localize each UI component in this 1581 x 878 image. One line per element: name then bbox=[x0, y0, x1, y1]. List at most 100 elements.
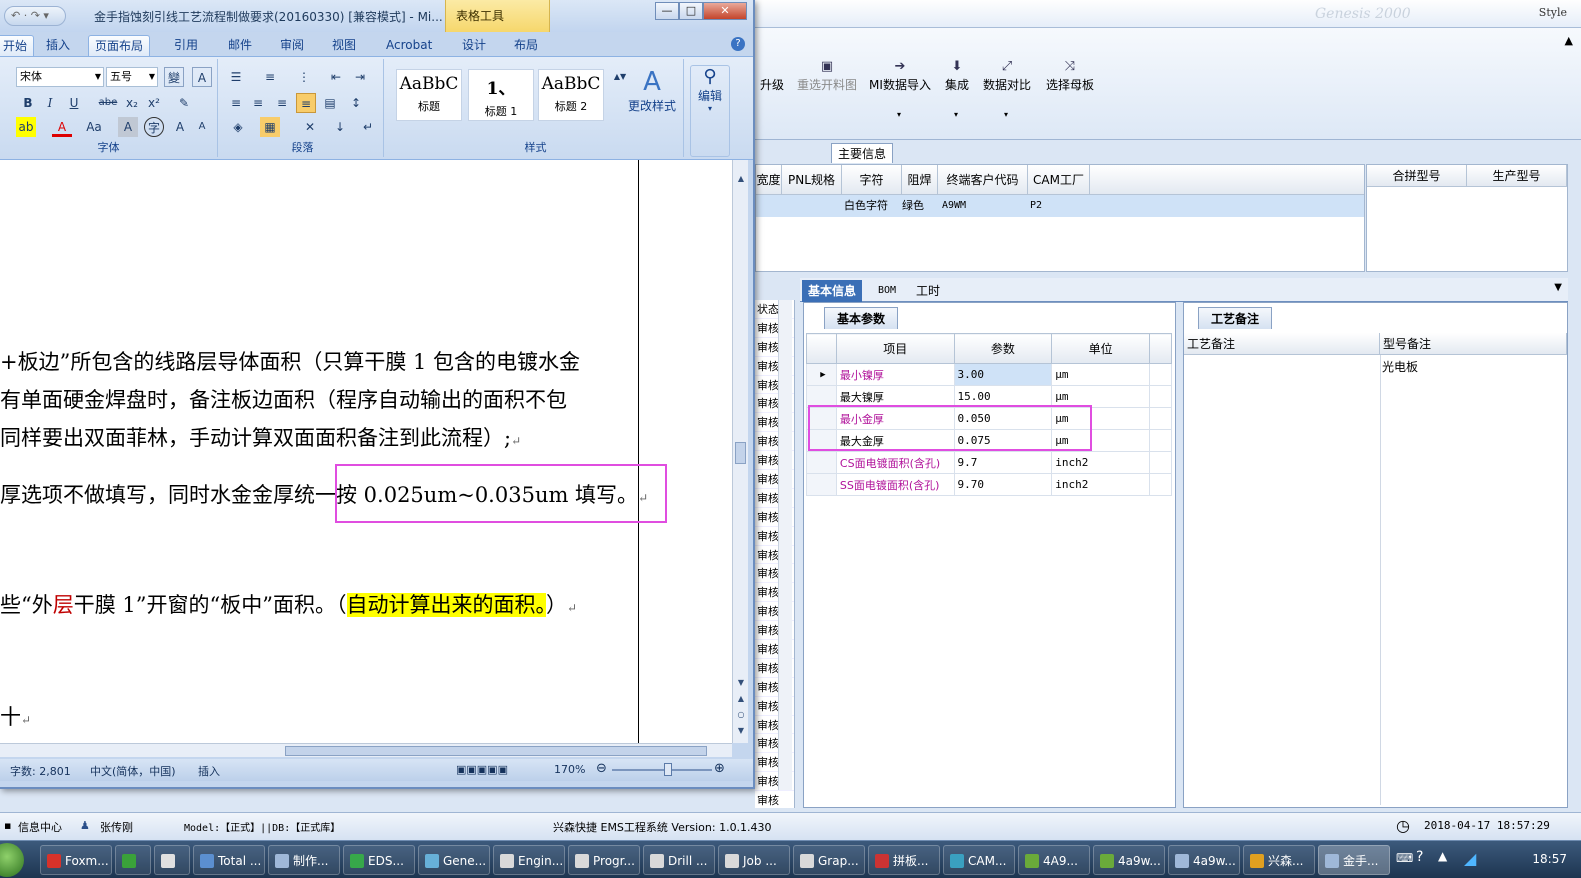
change-case-button[interactable]: Aa bbox=[84, 117, 104, 137]
zoom-level[interactable]: 170% bbox=[554, 763, 585, 776]
taskbar-item[interactable]: Progr... bbox=[568, 845, 640, 875]
style-heading-1[interactable]: 1、 标题 1 bbox=[468, 69, 534, 121]
close-button[interactable]: ✕ bbox=[703, 2, 747, 20]
taskbar-item[interactable]: 4A9... bbox=[1018, 845, 1090, 875]
collapse-ribbon-icon[interactable]: ▲ bbox=[1565, 34, 1573, 47]
tab-acrobat[interactable]: Acrobat bbox=[380, 35, 438, 56]
taskbar-item[interactable]: EDS... bbox=[343, 845, 415, 875]
minimize-button[interactable]: — bbox=[655, 2, 679, 20]
tab-mailings[interactable]: 邮件 bbox=[222, 35, 258, 56]
align-left-icon[interactable]: ≡ bbox=[226, 93, 246, 113]
taskbar-item[interactable]: Drill ... bbox=[643, 845, 715, 875]
tab-basic-params[interactable]: 基本参数 bbox=[824, 307, 899, 329]
font-color-button[interactable]: A bbox=[52, 117, 72, 137]
tab-layout[interactable]: 布局 bbox=[508, 35, 544, 56]
model-note-value[interactable]: 光电板 bbox=[1382, 358, 1418, 375]
decrease-indent-icon[interactable]: ⇤ bbox=[326, 67, 346, 87]
param-value[interactable]: 9.70 bbox=[953, 473, 1053, 496]
table-row[interactable]: CS面电镀面积(含孔) 9.7 inch2 bbox=[806, 451, 1172, 474]
grid-col-production-model[interactable]: 生产型号 bbox=[1467, 165, 1567, 186]
bold-button[interactable]: B bbox=[18, 93, 38, 113]
zoom-in-icon[interactable]: ⊕ bbox=[714, 761, 725, 776]
mi-import-button[interactable]: ➔ MI数据导入 ▾ bbox=[867, 58, 933, 119]
grid-col-mask[interactable]: 阻焊 bbox=[902, 165, 938, 194]
chinese-layout-icon[interactable]: ✕ bbox=[300, 117, 320, 137]
taskbar-item[interactable]: Job ... bbox=[718, 845, 790, 875]
prev-page-icon[interactable]: ▲ bbox=[733, 694, 749, 703]
grid-col-pnl[interactable]: PNL规格 bbox=[782, 165, 842, 194]
network-icon[interactable]: ◢ bbox=[1464, 849, 1476, 868]
table-row[interactable]: 白色字符 绿色 A9WM P2 bbox=[756, 195, 1364, 217]
tab-references[interactable]: 引用 bbox=[168, 35, 204, 56]
integrate-button[interactable]: ⬇ 集成 ▾ bbox=[939, 58, 975, 119]
col-value[interactable]: 参数 bbox=[953, 333, 1053, 364]
show-marks-icon[interactable]: ↵ bbox=[358, 117, 378, 137]
status-cell[interactable]: 审核 bbox=[755, 791, 794, 808]
table-row[interactable]: ▶ 最小镍厚 3.00 μm bbox=[806, 363, 1172, 386]
char-shading-button[interactable]: A bbox=[118, 117, 138, 137]
upgrade-button[interactable]: 升级 bbox=[755, 58, 789, 93]
taskbar-item[interactable]: Engin... bbox=[493, 845, 565, 875]
taskbar-item[interactable]: CAM... bbox=[943, 845, 1015, 875]
strikethrough-button[interactable]: abe bbox=[98, 93, 118, 113]
numbering-icon[interactable]: ≡ bbox=[260, 67, 280, 87]
browse-object-icon[interactable]: ○ bbox=[733, 710, 749, 719]
scroll-thumb[interactable] bbox=[735, 442, 746, 464]
help-icon[interactable]: ? bbox=[731, 37, 745, 51]
tab-page-layout[interactable]: 页面布局 bbox=[88, 35, 151, 56]
col-process-note[interactable]: 工艺备注 bbox=[1184, 333, 1380, 354]
hscroll-thumb[interactable] bbox=[285, 746, 707, 756]
taskbar-item[interactable]: 4a9w... bbox=[1168, 845, 1240, 875]
taskbar-item[interactable]: 拼板... bbox=[868, 845, 940, 875]
align-right-icon[interactable]: ≡ bbox=[272, 93, 292, 113]
param-value[interactable]: 3.00 bbox=[953, 363, 1053, 386]
data-compare-button[interactable]: ⤢ 数据对比 ▾ bbox=[981, 58, 1033, 119]
vertical-scrollbar[interactable]: ▲ ▼ ▲ ○ ▼ bbox=[732, 160, 748, 743]
sort-icon[interactable]: ↓ bbox=[330, 117, 350, 137]
edit-button[interactable]: ⚲ 编辑 ▾ bbox=[690, 65, 730, 157]
font-size-combo[interactable]: 五号 ▼ bbox=[106, 67, 158, 87]
reselect-cutting-button[interactable]: ▣ 重选开料图 bbox=[793, 58, 861, 93]
grow-font-button[interactable]: A bbox=[170, 117, 190, 137]
chevron-down-icon[interactable]: ▼ bbox=[1554, 282, 1562, 293]
shrink-font-button[interactable]: A bbox=[192, 117, 212, 137]
view-buttons-icon[interactable]: ▣▣▣▣▣ bbox=[456, 763, 508, 776]
line-spacing-icon[interactable]: ↕ bbox=[346, 93, 366, 113]
quick-access-toolbar[interactable]: ↶ · ↷ ▾ bbox=[4, 6, 66, 26]
enclose-char-icon[interactable]: 字 bbox=[144, 117, 164, 137]
help-tray-icon[interactable]: ? bbox=[1416, 849, 1423, 865]
tab-review[interactable]: 审阅 bbox=[274, 35, 310, 56]
justify-icon[interactable]: ≡ bbox=[296, 93, 316, 113]
col-unit[interactable]: 单位 bbox=[1051, 333, 1151, 364]
tray-arrow-icon[interactable]: ▲ bbox=[1438, 849, 1447, 863]
tab-view[interactable]: 视图 bbox=[326, 35, 362, 56]
table-row[interactable]: SS面电镀面积(含孔) 9.70 inch2 bbox=[806, 473, 1172, 496]
superscript-button[interactable]: x² bbox=[144, 93, 164, 113]
taskbar-clock[interactable]: 18:57 bbox=[1532, 852, 1567, 866]
change-styles-button[interactable]: A 更改样式 bbox=[624, 67, 680, 114]
style-menu[interactable]: Style bbox=[1539, 6, 1567, 19]
taskbar-item[interactable]: Grap... bbox=[793, 845, 865, 875]
tab-work-hours[interactable]: 工时 bbox=[910, 280, 946, 302]
next-page-icon[interactable]: ▼ bbox=[733, 726, 749, 735]
taskbar-item[interactable]: 制作... bbox=[268, 845, 340, 875]
style-heading-2[interactable]: AaBbC 标题 2 bbox=[538, 69, 604, 121]
col-item[interactable]: 项目 bbox=[835, 333, 955, 364]
taskbar-item[interactable]: Total ... bbox=[193, 845, 265, 875]
insert-mode[interactable]: 插入 bbox=[198, 763, 220, 779]
taskbar-item[interactable] bbox=[154, 845, 190, 875]
multilevel-list-icon[interactable]: ⋮ bbox=[294, 67, 314, 87]
taskbar-item[interactable]: 兴森... bbox=[1243, 845, 1315, 875]
phonetic-guide-icon[interactable]: 變 bbox=[164, 67, 184, 87]
zoom-out-icon[interactable]: ⊖ bbox=[596, 761, 607, 776]
char-border-icon[interactable]: A bbox=[192, 67, 212, 87]
tab-basic-info[interactable]: 基本信息 bbox=[802, 280, 863, 302]
tab-design[interactable]: 设计 bbox=[456, 35, 492, 56]
document-page[interactable]: +板边”所包含的线路层导体面积（只算干膜 1 包含的电镀水金 有单面硬金焊盘时，… bbox=[0, 160, 732, 743]
bullets-icon[interactable]: ☰ bbox=[226, 67, 246, 87]
info-center-link[interactable]: 信息中心 bbox=[18, 819, 62, 835]
grid-col-cam[interactable]: CAM工厂 bbox=[1028, 165, 1090, 194]
shading-icon[interactable]: ◈ bbox=[228, 117, 248, 137]
highlight-icon[interactable]: ab bbox=[16, 117, 36, 137]
clear-format-icon[interactable]: ✎ bbox=[174, 93, 194, 113]
